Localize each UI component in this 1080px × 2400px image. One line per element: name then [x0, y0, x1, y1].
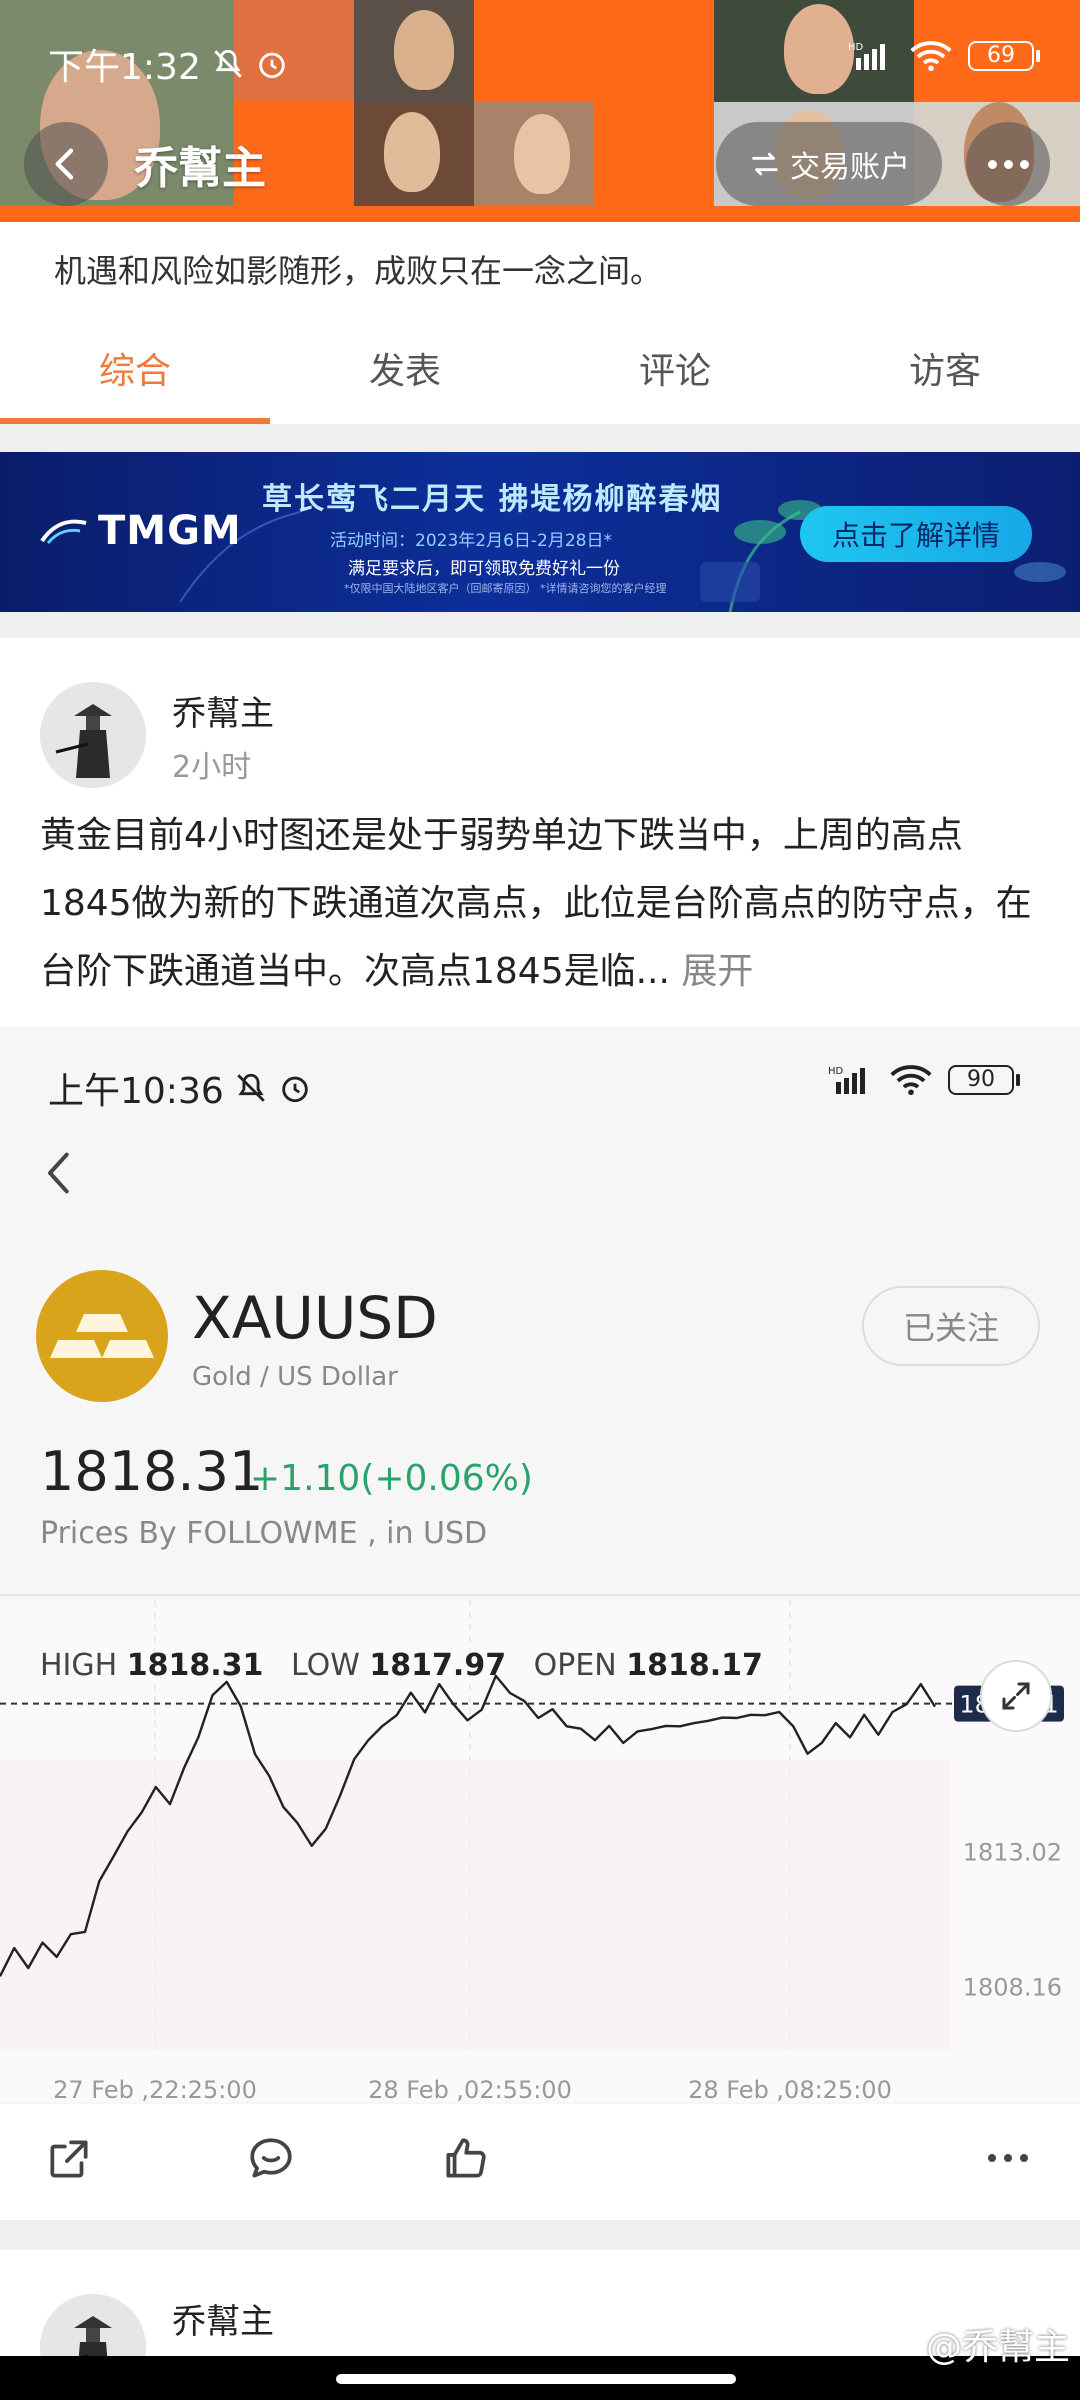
tab-visitors[interactable]: 访客: [810, 330, 1080, 426]
post-author[interactable]: 乔幫主: [172, 686, 274, 735]
y-tick-label: 1813.02: [963, 1839, 1062, 1867]
chevron-left-icon: [55, 148, 74, 180]
share-icon: [50, 2140, 88, 2178]
low-label: LOW: [290, 1648, 360, 1683]
signal-icon: HD: [828, 1066, 865, 1094]
symbol-description: Gold / US Dollar: [192, 1362, 398, 1392]
header-photo-6: [474, 0, 594, 102]
embed-back-button[interactable]: [40, 1148, 80, 1211]
nav-bar: 乔幫主 交易账户: [0, 118, 1080, 208]
y-tick-label: 1808.16: [963, 1974, 1062, 2002]
banner-fine-print: *仅限中国大陆地区客户（回邮寄原因） *详情请咨询您的客户经理: [344, 582, 667, 595]
swordsman-avatar-icon: [40, 682, 146, 788]
trade-account-button[interactable]: 交易账户: [716, 122, 942, 206]
next-post-author[interactable]: 乔幫主: [172, 2294, 274, 2343]
banner-subtitle: 满足要求后，即可领取免费好礼一份: [348, 559, 620, 579]
post-actions: [0, 2104, 1080, 2220]
more-dot-icon: [988, 2154, 996, 2162]
status-bar-left: 下午1:32: [48, 38, 289, 90]
divider: [0, 2220, 1080, 2250]
comment-button[interactable]: [246, 2134, 296, 2188]
current-price: 1818.31: [40, 1440, 264, 1503]
profile-tabs: 综合 发表 评论 访客: [0, 330, 1080, 426]
trade-account-label: 交易账户: [790, 150, 910, 185]
chevron-left-icon: [48, 1152, 69, 1194]
more-button[interactable]: [988, 2154, 1028, 2162]
high-low-open: HIGH 1818.31 LOW 1817.97 OPEN 1818.17: [40, 1648, 781, 1683]
promo-banner[interactable]: TMGM 草长莺飞二月天 拂堤杨柳醉春烟 活动时间：2023年2月6日-2月28…: [0, 452, 1080, 612]
embed-status-right: HD 90: [828, 1064, 1020, 1096]
status-time: 下午1:32: [48, 47, 201, 88]
x-tick-label: 27 Feb ,22:25:00: [53, 2076, 257, 2102]
open-label: OPEN: [533, 1648, 617, 1683]
alarm-icon: [282, 1076, 308, 1103]
post-text: 黄金目前4小时图还是处于弱势单边下跌当中，上周的高点1845做为新的下跌通道次高…: [40, 815, 1032, 992]
divider: [0, 612, 1080, 638]
expand-link[interactable]: 展开: [681, 951, 753, 992]
status-bar-right: HD 69: [848, 40, 1040, 72]
battery-icon: 90: [948, 1065, 1020, 1095]
header-photo-4: [354, 0, 474, 102]
banner-date: 活动时间：2023年2月6日-2月28日*: [330, 531, 612, 551]
silent-icon: [236, 1073, 265, 1102]
banner-cta-button[interactable]: 点击了解详情: [800, 506, 1032, 562]
high-value: 1818.31: [126, 1648, 264, 1683]
battery-level: 69: [968, 41, 1034, 71]
signal-icon: HD: [848, 42, 885, 70]
expand-icon: [1002, 1682, 1030, 1710]
embed-status-time: 上午10:36: [48, 1071, 224, 1112]
symbol-name: XAUUSD: [192, 1284, 438, 1352]
tab-overview[interactable]: 综合: [0, 330, 270, 426]
wifi-icon: [910, 41, 952, 72]
silent-icon: [214, 49, 242, 78]
open-value: 1818.17: [626, 1648, 763, 1683]
gold-bars-logo: [36, 1270, 168, 1402]
plot-area: [0, 1760, 950, 2050]
divider: [0, 424, 1080, 452]
comment-icon: [250, 2138, 292, 2178]
more-options-button[interactable]: [966, 122, 1050, 206]
x-tick-label: 28 Feb ,08:25:00: [688, 2076, 892, 2102]
profile-bio: 机遇和风险如影随形，成败只在一念之间。: [54, 252, 663, 290]
tab-posts[interactable]: 发表: [270, 330, 540, 426]
post-image[interactable]: 上午10:36 HD 90 XAUUSD Gold / US Dollar 已关…: [0, 1026, 1080, 2104]
fullscreen-button[interactable]: [980, 1660, 1052, 1732]
swap-icon: [752, 152, 778, 176]
page-title: 乔幫主: [134, 143, 266, 194]
header-bottom-strip: [0, 206, 1080, 222]
follow-button[interactable]: 已关注: [862, 1286, 1040, 1366]
share-button[interactable]: [44, 2134, 94, 2188]
x-tick-label: 28 Feb ,02:55:00: [368, 2076, 572, 2102]
avatar[interactable]: [40, 682, 146, 788]
profile-header: 下午1:32 HD 69 乔幫主 交易账户: [0, 0, 1080, 222]
svg-text:HD: HD: [848, 42, 864, 53]
gold-bars-icon: [50, 1314, 154, 1358]
price-change: +1.10(+0.06%): [250, 1458, 533, 1499]
tmgm-logo-icon: [40, 519, 87, 544]
like-button[interactable]: [440, 2134, 490, 2188]
alarm-icon: [259, 52, 285, 79]
banner-brand: TMGM: [98, 508, 242, 554]
battery-icon: 69: [968, 41, 1040, 71]
low-value: 1817.97: [369, 1648, 507, 1683]
divider: [0, 1594, 1080, 1596]
back-button[interactable]: [24, 122, 108, 206]
home-indicator[interactable]: [336, 2374, 736, 2384]
banner-title: 草长莺飞二月天 拂堤杨柳醉春烟: [262, 482, 723, 517]
more-dot-icon: [987, 159, 997, 169]
thumbs-up-icon: [446, 2138, 486, 2178]
banner-logo: TMGM: [40, 508, 242, 554]
svg-text:HD: HD: [828, 1066, 844, 1077]
embed-status-bar: 上午10:36: [48, 1062, 312, 1114]
post-time: 2小时: [172, 750, 252, 785]
watermark: @乔幫主: [925, 2327, 1070, 2368]
price-source: Prices By FOLLOWME , in USD: [40, 1516, 488, 1551]
tab-comments[interactable]: 评论: [540, 330, 810, 426]
battery-level: 90: [948, 1065, 1014, 1095]
wifi-icon: [890, 1065, 932, 1096]
post-body[interactable]: 黄金目前4小时图还是处于弱势单边下跌当中，上周的高点1845做为新的下跌通道次高…: [40, 802, 1040, 1006]
high-label: HIGH: [40, 1648, 118, 1683]
